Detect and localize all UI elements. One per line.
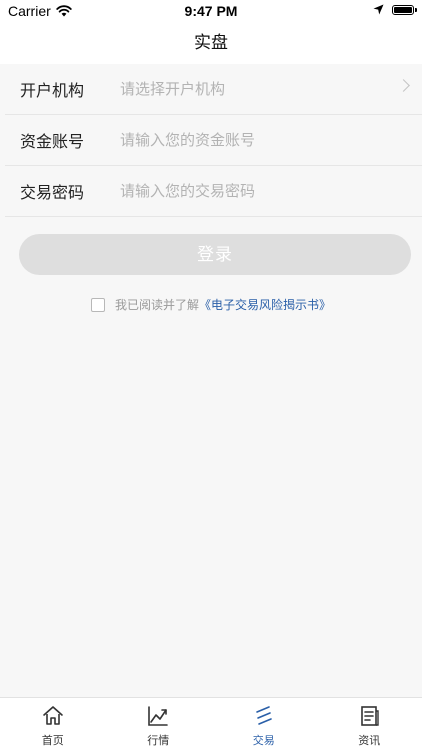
tab-trade[interactable]: 交易	[211, 698, 317, 750]
risk-disclosure-link[interactable]: 《电子交易风险揭示书》	[199, 296, 331, 313]
battery-icon	[392, 4, 417, 15]
account-row: 资金账号	[5, 115, 422, 166]
news-icon	[361, 706, 379, 726]
agreement: 我已阅读并了解 《电子交易风险揭示书》	[0, 296, 422, 313]
institution-row[interactable]: 开户机构	[5, 64, 422, 115]
status-time: 9:47 PM	[184, 3, 238, 19]
location-arrow-icon	[373, 4, 384, 15]
account-label: 资金账号	[20, 132, 85, 151]
nav-bar: 实盘	[0, 22, 422, 64]
tab-news-label: 资讯	[358, 734, 381, 747]
account-input[interactable]	[120, 120, 422, 160]
tab-market-label: 行情	[147, 734, 170, 747]
tab-bar: 首页 行情 交易 资讯	[0, 697, 422, 750]
tab-news[interactable]: 资讯	[317, 698, 422, 750]
tab-market[interactable]: 行情	[106, 698, 212, 750]
chart-line-icon	[148, 706, 169, 726]
institution-label: 开户机构	[20, 81, 85, 100]
tab-home[interactable]: 首页	[0, 698, 106, 750]
agreement-checkbox[interactable]	[90, 297, 105, 312]
tab-trade-label: 交易	[252, 734, 275, 747]
status-right	[373, 4, 417, 15]
password-input[interactable]	[120, 171, 422, 211]
login-button[interactable]: 登录	[19, 234, 411, 275]
tab-home-label: 首页	[41, 734, 64, 747]
trade-icon	[255, 706, 272, 725]
password-row: 交易密码	[5, 166, 422, 217]
status-bar: Carrier 9:47 PM	[0, 0, 422, 22]
password-label: 交易密码	[20, 183, 85, 202]
battery-level	[394, 6, 412, 13]
institution-select[interactable]	[120, 69, 422, 109]
login-form: 开户机构 资金账号 交易密码	[0, 64, 422, 217]
home-icon	[42, 706, 63, 725]
page-title: 实盘	[194, 33, 228, 53]
agreement-text: 我已阅读并了解	[114, 298, 199, 312]
